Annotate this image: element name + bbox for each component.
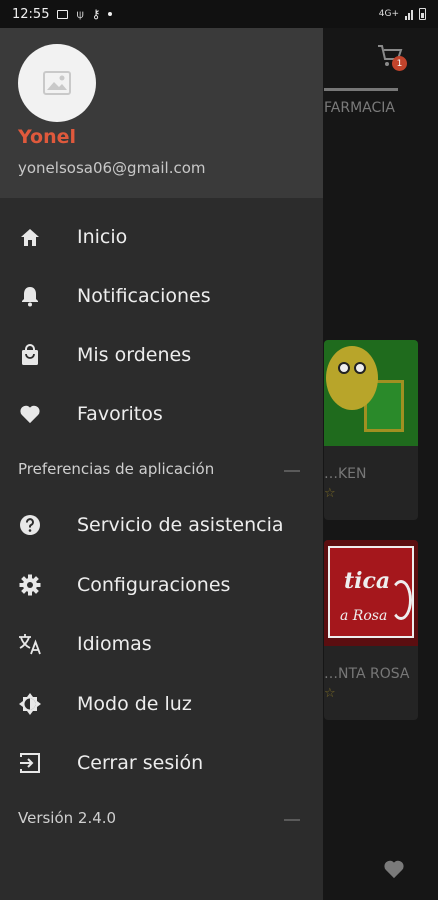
help-icon <box>18 513 42 537</box>
battery-icon <box>419 8 426 20</box>
drawer-header: Yonel yonelsosa06@gmail.com <box>0 28 323 198</box>
menu-item-label: Favoritos <box>77 403 163 425</box>
chicken-mascot-shape <box>326 346 378 410</box>
tab-indicator <box>324 88 398 91</box>
section-divider <box>284 819 300 821</box>
shopping-bag-icon <box>18 343 42 367</box>
menu-item-inicio[interactable]: Inicio <box>0 212 323 262</box>
menu-item-favoritos[interactable]: Favoritos <box>0 389 323 439</box>
status-bar: 12:55 ⍦ ⚷ 4G+ <box>0 0 438 28</box>
menu-item-label: Idiomas <box>77 633 152 655</box>
menu-item-label: Notificaciones <box>77 285 211 307</box>
bell-icon <box>18 284 42 308</box>
menu-item-configuraciones[interactable]: Configuraciones <box>0 560 323 610</box>
gear-icon <box>18 573 42 597</box>
image-notification-icon <box>57 9 69 19</box>
heart-icon <box>18 402 42 426</box>
logout-icon <box>18 751 42 775</box>
signal-icon <box>405 9 413 20</box>
menu-item-label: Configuraciones <box>77 574 231 596</box>
star-icon: ☆ <box>324 686 336 701</box>
menu-item-label: Cerrar sesión <box>77 752 204 774</box>
store-card[interactable]: …KEN ☆ <box>324 340 418 520</box>
brightness-icon <box>18 692 42 716</box>
store-card-image: tica a Rosa <box>324 540 418 646</box>
key-icon: ⚷ <box>91 7 101 21</box>
image-placeholder-icon <box>43 71 71 95</box>
menu-item-idiomas[interactable]: Idiomas <box>0 619 323 669</box>
menu-item-label: Servicio de asistencia <box>77 514 284 536</box>
avatar[interactable] <box>18 44 96 122</box>
store-name: …KEN <box>324 466 367 482</box>
menu-item-label: Inicio <box>77 226 128 248</box>
status-time: 12:55 <box>12 6 50 22</box>
tab-farmacia[interactable]: FARMACIA <box>324 100 395 116</box>
section-header-preferences: Preferencias de aplicación <box>18 460 215 478</box>
menu-item-notificaciones[interactable]: Notificaciones <box>0 271 323 321</box>
user-name: Yonel <box>18 126 76 148</box>
section-divider <box>284 470 300 472</box>
cart-badge: 1 <box>392 56 407 71</box>
menu-item-label: Modo de luz <box>77 693 192 715</box>
translate-icon <box>18 632 42 656</box>
version-label: Versión 2.4.0 <box>18 809 117 827</box>
store-card[interactable]: tica a Rosa …NTA ROSA ☆ <box>324 540 418 720</box>
menu-item-label: Mis ordenes <box>77 344 192 366</box>
menu-item-mis-ordenes[interactable]: Mis ordenes <box>0 330 323 380</box>
notification-dot-icon <box>108 12 113 16</box>
menu-item-cerrar-sesion[interactable]: Cerrar sesión <box>0 738 323 788</box>
menu-item-modo-de-luz[interactable]: Modo de luz <box>0 679 323 729</box>
navigation-drawer: Yonel yonelsosa06@gmail.com Inicio Notif… <box>0 28 323 900</box>
star-icon: ☆ <box>324 486 336 501</box>
store-logo: tica a Rosa <box>328 546 414 638</box>
store-card-image <box>324 340 418 446</box>
heart-icon[interactable] <box>383 859 405 879</box>
user-email: yonelsosa06@gmail.com <box>18 159 206 177</box>
network-type: 4G+ <box>378 9 399 19</box>
usb-icon: ⍦ <box>76 6 84 21</box>
store-name: …NTA ROSA <box>324 666 410 682</box>
menu-item-servicio-de-asistencia[interactable]: Servicio de asistencia <box>0 500 323 550</box>
home-icon <box>18 225 42 249</box>
